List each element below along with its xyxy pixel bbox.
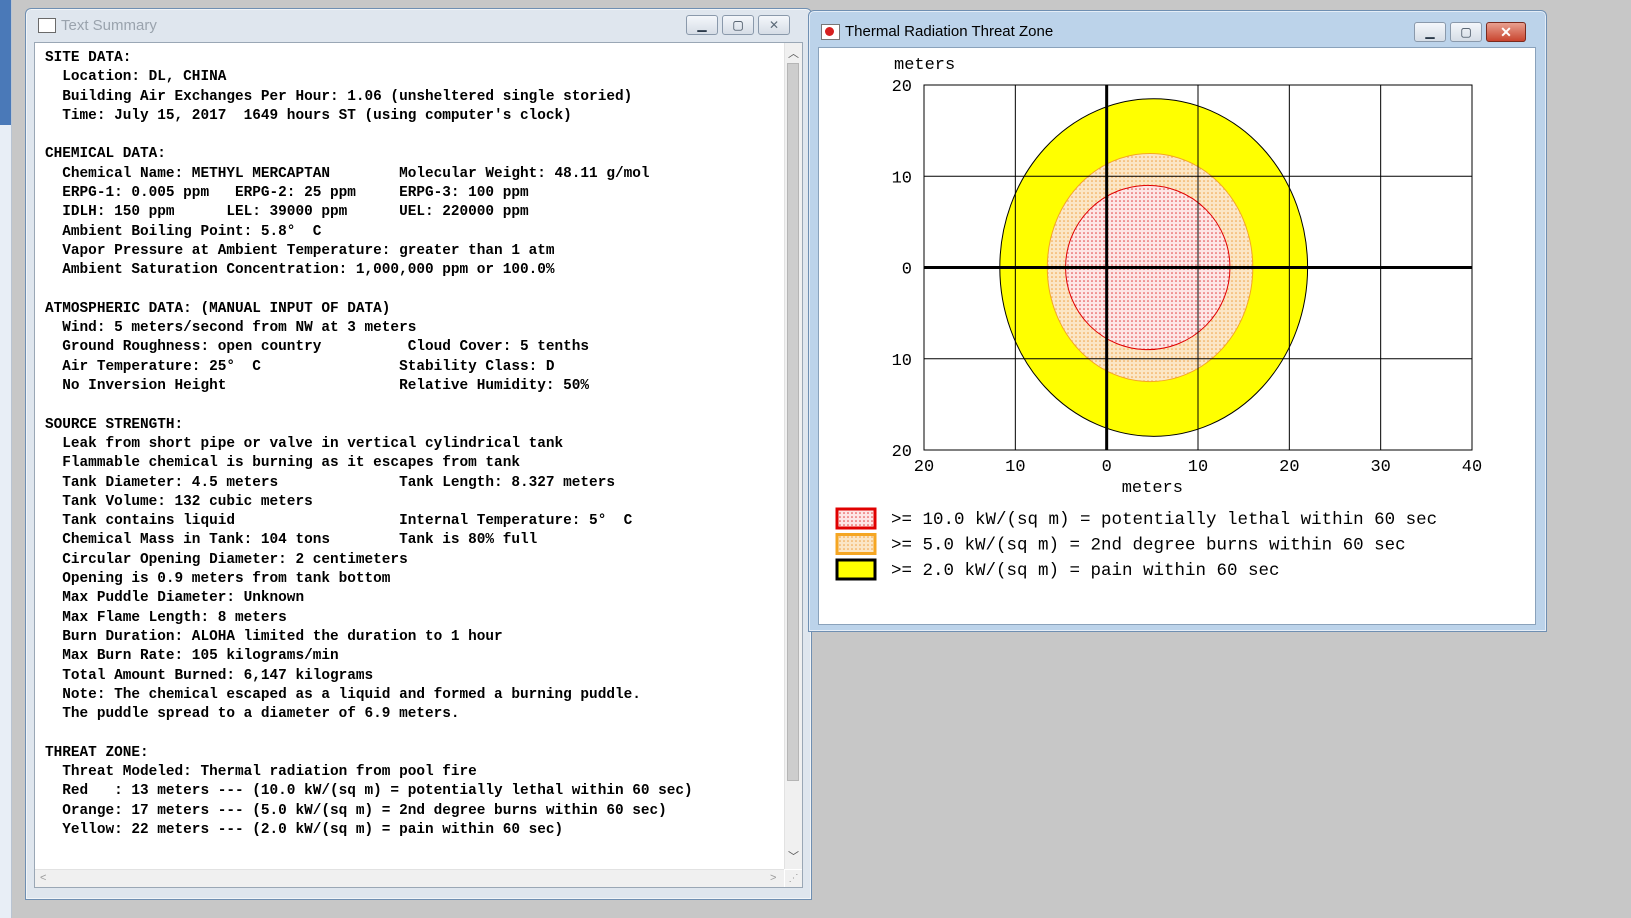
y-tick-label: 10 xyxy=(892,352,912,371)
scroll-down-icon[interactable]: ﹀ xyxy=(785,848,802,864)
legend-label: >= 5.0 kW/(sq m) = 2nd degree burns with… xyxy=(891,536,1406,556)
y-tick-label: 20 xyxy=(892,443,912,462)
summary-line: Chemical Mass in Tank: 104 tons Tank is … xyxy=(45,532,538,549)
summary-line: Opening is 0.9 meters from tank bottom xyxy=(45,571,391,588)
summary-line: Time: July 15, 2017 1649 hours ST (using… xyxy=(45,107,572,124)
summary-line xyxy=(45,396,693,415)
summary-line: Wind: 5 meters/second from NW at 3 meter… xyxy=(45,320,417,337)
summary-line: Ambient Saturation Concentration: 1,000,… xyxy=(45,262,555,279)
threat-zone-window[interactable]: Thermal Radiation Threat Zone ▁ ▢ ✕ 20 10… xyxy=(808,10,1547,632)
text-summary-content[interactable]: SITE DATA: Location: DL, CHINA Building … xyxy=(34,42,803,888)
summary-line: Flammable chemical is burning as it esca… xyxy=(45,455,520,472)
x-tick-label: 40 xyxy=(1462,458,1482,477)
aloha-app-icon xyxy=(821,24,840,40)
summary-line xyxy=(45,281,693,300)
minimize-icon: ▁ xyxy=(1425,25,1435,39)
maximize-button[interactable]: ▢ xyxy=(1450,22,1482,42)
summary-line: Tank Diameter: 4.5 meters Tank Length: 8… xyxy=(45,474,615,491)
summary-line: Leak from short pipe or valve in vertica… xyxy=(45,435,564,452)
legend-swatch xyxy=(835,558,877,581)
summary-line: Building Air Exchanges Per Hour: 1.06 (u… xyxy=(45,88,633,105)
maximize-button[interactable]: ▢ xyxy=(722,15,754,35)
summary-line: IDLH: 150 ppm LEL: 39000 ppm UEL: 220000… xyxy=(45,204,529,221)
summary-line: Max Burn Rate: 105 kilograms/min xyxy=(45,648,339,665)
resize-grip-icon[interactable]: ⋰ xyxy=(785,870,802,887)
minimize-button[interactable]: ▁ xyxy=(686,15,718,35)
x-tick-label: 30 xyxy=(1370,458,1390,477)
maximize-icon: ▢ xyxy=(732,18,744,32)
summary-line: Max Puddle Diameter: Unknown xyxy=(45,590,305,607)
minimize-button[interactable]: ▁ xyxy=(1414,22,1446,42)
close-button[interactable]: ✕ xyxy=(758,15,790,35)
horizontal-scrollbar[interactable]: < > xyxy=(35,869,784,887)
summary-line: ATMOSPHERIC DATA: (MANUAL INPUT OF DATA) xyxy=(45,300,391,317)
scroll-left-icon[interactable]: < xyxy=(40,870,46,887)
summary-line: Total Amount Burned: 6,147 kilograms xyxy=(45,667,374,684)
legend-swatch xyxy=(835,533,877,555)
y-tick-label: 20 xyxy=(892,78,912,97)
desktop-edge-highlight xyxy=(0,0,11,125)
scroll-thumb[interactable] xyxy=(787,63,799,781)
scroll-right-icon[interactable]: > xyxy=(770,870,776,887)
y-tick-label: 0 xyxy=(902,261,912,280)
summary-text: SITE DATA: Location: DL, CHINA Building … xyxy=(45,49,693,840)
summary-line: No Inversion Height Relative Humidity: 5… xyxy=(45,378,590,395)
summary-line: Vapor Pressure at Ambient Temperature: g… xyxy=(45,242,555,259)
summary-line: Air Temperature: 25° C Stability Class: … xyxy=(45,358,555,375)
summary-line: Tank contains liquid Internal Temperatur… xyxy=(45,513,633,530)
vertical-scrollbar[interactable]: ︿ ﹀ xyxy=(784,43,802,869)
x-tick-label: 20 xyxy=(1279,458,1299,477)
text-summary-window[interactable]: Text Summary ▁ ▢ ✕ SITE DATA: Location: … xyxy=(25,8,812,900)
summary-line xyxy=(45,126,693,145)
summary-line: Threat Modeled: Thermal radiation from p… xyxy=(45,763,477,780)
x-tick-label: 0 xyxy=(1102,458,1112,477)
summary-line: SITE DATA: xyxy=(45,50,132,66)
y-tick-label: 10 xyxy=(892,169,912,188)
summary-line: Tank Volume: 132 cubic meters xyxy=(45,493,313,510)
x-tick-label: 10 xyxy=(1188,458,1208,477)
legend-label: >= 10.0 kW/(sq m) = potentially lethal w… xyxy=(891,510,1437,530)
legend-label: >= 2.0 kW/(sq m) = pain within 60 sec xyxy=(891,561,1280,581)
summary-line: CHEMICAL DATA: xyxy=(45,146,166,163)
summary-line: Yellow: 22 meters --- (2.0 kW/(sq m) = p… xyxy=(45,821,564,838)
summary-line: Chemical Name: METHYL MERCAPTAN Molecula… xyxy=(45,165,650,182)
close-icon: ✕ xyxy=(768,18,780,32)
threat-zone-plot-area: 20 10 0 10 20 30 40 20 10 0 10 20 meters meters >= 10.… xyxy=(818,47,1536,625)
summary-line: Location: DL, CHINA xyxy=(45,69,227,86)
summary-line: ERPG-1: 0.005 ppm ERPG-2: 25 ppm ERPG-3:… xyxy=(45,185,529,202)
threat-zone-titlebar[interactable]: Thermal Radiation Threat Zone ▁ ▢ ✕ xyxy=(809,11,1546,43)
caption-buttons: ▁ ▢ ✕ xyxy=(682,15,790,35)
threat-zone-title: Thermal Radiation Threat Zone xyxy=(845,23,1054,40)
summary-line: The puddle spread to a diameter of 6.9 m… xyxy=(45,706,460,723)
minimize-icon: ▁ xyxy=(697,18,707,32)
close-button[interactable]: ✕ xyxy=(1486,22,1526,42)
summary-line: Burn Duration: ALOHA limited the duratio… xyxy=(45,628,503,645)
text-summary-titlebar[interactable]: Text Summary ▁ ▢ ✕ xyxy=(26,9,811,41)
summary-line: THREAT ZONE: xyxy=(45,744,149,761)
legend-swatch xyxy=(835,507,877,530)
desktop-edge xyxy=(0,0,12,918)
x-tick-label: 10 xyxy=(1005,458,1025,477)
caption-buttons: ▁ ▢ ✕ xyxy=(1410,22,1526,42)
threat-zone-chart: 20 10 0 10 20 30 40 20 10 0 10 20 meters meters >= 10.… xyxy=(835,56,1482,581)
y-axis-label: meters xyxy=(894,56,955,75)
x-tick-label: 20 xyxy=(914,458,934,477)
maximize-icon: ▢ xyxy=(1460,25,1472,39)
text-summary-title: Text Summary xyxy=(61,17,157,34)
summary-line: Ground Roughness: open country Cloud Cov… xyxy=(45,339,590,356)
summary-line: SOURCE STRENGTH: xyxy=(45,416,184,433)
scroll-up-icon[interactable]: ︿ xyxy=(785,45,802,61)
summary-line: Circular Opening Diameter: 2 centimeters xyxy=(45,551,408,568)
close-icon: ✕ xyxy=(1500,24,1512,40)
summary-line: Orange: 17 meters --- (5.0 kW/(sq m) = 2… xyxy=(45,802,667,819)
summary-line: Note: The chemical escaped as a liquid a… xyxy=(45,686,641,703)
summary-line: Red : 13 meters --- (10.0 kW/(sq m) = po… xyxy=(45,783,693,800)
x-axis-label: meters xyxy=(1122,479,1183,498)
window-icon xyxy=(38,18,56,33)
summary-line: Max Flame Length: 8 meters xyxy=(45,609,287,626)
summary-line: Ambient Boiling Point: 5.8° C xyxy=(45,223,322,240)
summary-line xyxy=(45,724,693,743)
